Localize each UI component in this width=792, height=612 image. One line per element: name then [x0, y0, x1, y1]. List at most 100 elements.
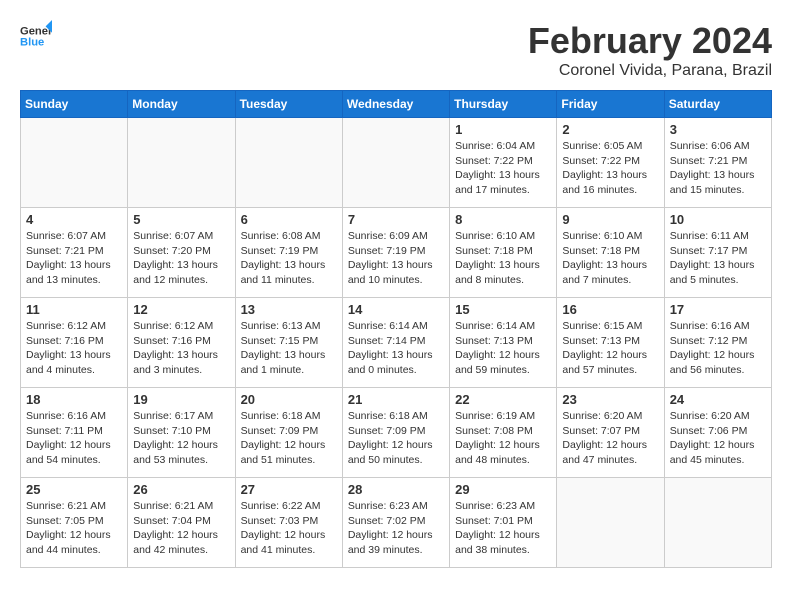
day-number: 5	[133, 212, 229, 227]
day-info: Sunrise: 6:07 AMSunset: 7:20 PMDaylight:…	[133, 229, 229, 288]
calendar-table: SundayMondayTuesdayWednesdayThursdayFrid…	[20, 90, 772, 568]
day-number: 28	[348, 482, 444, 497]
day-number: 6	[241, 212, 337, 227]
day-info: Sunrise: 6:12 AMSunset: 7:16 PMDaylight:…	[133, 319, 229, 378]
day-number: 7	[348, 212, 444, 227]
logo-icon: General Blue	[20, 20, 52, 52]
weekday-header-saturday: Saturday	[664, 91, 771, 118]
day-number: 8	[455, 212, 551, 227]
calendar-cell: 12 Sunrise: 6:12 AMSunset: 7:16 PMDayligh…	[128, 298, 235, 388]
week-row-4: 18 Sunrise: 6:16 AMSunset: 7:11 PMDayligh…	[21, 388, 772, 478]
day-number: 13	[241, 302, 337, 317]
calendar-cell	[342, 118, 449, 208]
week-row-3: 11 Sunrise: 6:12 AMSunset: 7:16 PMDayligh…	[21, 298, 772, 388]
day-number: 26	[133, 482, 229, 497]
day-number: 14	[348, 302, 444, 317]
day-number: 29	[455, 482, 551, 497]
day-number: 24	[670, 392, 766, 407]
header: General Blue February 2024 Coronel Vivid…	[20, 20, 772, 80]
logo: General Blue	[20, 20, 52, 52]
day-number: 27	[241, 482, 337, 497]
calendar-cell: 24 Sunrise: 6:20 AMSunset: 7:06 PMDayligh…	[664, 388, 771, 478]
day-info: Sunrise: 6:19 AMSunset: 7:08 PMDaylight:…	[455, 409, 551, 468]
calendar-cell: 25 Sunrise: 6:21 AMSunset: 7:05 PMDayligh…	[21, 478, 128, 568]
day-number: 9	[562, 212, 658, 227]
calendar-cell: 10Sunrise: 6:11 AMSunset: 7:17 PMDayligh…	[664, 208, 771, 298]
calendar-cell: 27 Sunrise: 6:22 AMSunset: 7:03 PMDayligh…	[235, 478, 342, 568]
day-info: Sunrise: 6:14 AMSunset: 7:14 PMDaylight:…	[348, 319, 444, 378]
day-number: 12	[133, 302, 229, 317]
day-number: 19	[133, 392, 229, 407]
calendar-cell: 11 Sunrise: 6:12 AMSunset: 7:16 PMDayligh…	[21, 298, 128, 388]
day-number: 25	[26, 482, 122, 497]
calendar-cell: 7 Sunrise: 6:09 AMSunset: 7:19 PMDaylight…	[342, 208, 449, 298]
calendar-cell: 22 Sunrise: 6:19 AMSunset: 7:08 PMDayligh…	[450, 388, 557, 478]
day-number: 15	[455, 302, 551, 317]
day-info: Sunrise: 6:22 AMSunset: 7:03 PMDaylight:…	[241, 499, 337, 558]
calendar-cell: 9 Sunrise: 6:10 AMSunset: 7:18 PMDaylight…	[557, 208, 664, 298]
weekday-header-monday: Monday	[128, 91, 235, 118]
day-info: Sunrise: 6:04 AMSunset: 7:22 PMDaylight:…	[455, 139, 551, 198]
calendar-cell: 8 Sunrise: 6:10 AMSunset: 7:18 PMDaylight…	[450, 208, 557, 298]
day-info: Sunrise: 6:06 AMSunset: 7:21 PMDaylight:…	[670, 139, 766, 198]
day-number: 17	[670, 302, 766, 317]
calendar-cell: 1 Sunrise: 6:04 AMSunset: 7:22 PMDaylight…	[450, 118, 557, 208]
weekday-header-sunday: Sunday	[21, 91, 128, 118]
calendar-cell: 15 Sunrise: 6:14 AMSunset: 7:13 PMDayligh…	[450, 298, 557, 388]
day-info: Sunrise: 6:05 AMSunset: 7:22 PMDaylight:…	[562, 139, 658, 198]
day-info: Sunrise: 6:23 AMSunset: 7:02 PMDaylight:…	[348, 499, 444, 558]
day-info: Sunrise: 6:10 AMSunset: 7:18 PMDaylight:…	[562, 229, 658, 288]
calendar-cell: 17Sunrise: 6:16 AMSunset: 7:12 PMDayligh…	[664, 298, 771, 388]
location-title: Coronel Vivida, Parana, Brazil	[528, 62, 772, 80]
day-number: 18	[26, 392, 122, 407]
day-number: 20	[241, 392, 337, 407]
day-info: Sunrise: 6:10 AMSunset: 7:18 PMDaylight:…	[455, 229, 551, 288]
day-info: Sunrise: 6:17 AMSunset: 7:10 PMDaylight:…	[133, 409, 229, 468]
day-info: Sunrise: 6:07 AMSunset: 7:21 PMDaylight:…	[26, 229, 122, 288]
day-info: Sunrise: 6:18 AMSunset: 7:09 PMDaylight:…	[348, 409, 444, 468]
day-info: Sunrise: 6:21 AMSunset: 7:04 PMDaylight:…	[133, 499, 229, 558]
title-section: February 2024 Coronel Vivida, Parana, Br…	[528, 20, 772, 80]
day-info: Sunrise: 6:20 AMSunset: 7:06 PMDaylight:…	[670, 409, 766, 468]
calendar-cell: 16 Sunrise: 6:15 AMSunset: 7:13 PMDayligh…	[557, 298, 664, 388]
week-row-1: 1 Sunrise: 6:04 AMSunset: 7:22 PMDaylight…	[21, 118, 772, 208]
calendar-cell: 4 Sunrise: 6:07 AMSunset: 7:21 PMDaylight…	[21, 208, 128, 298]
day-number: 21	[348, 392, 444, 407]
calendar-cell: 13 Sunrise: 6:13 AMSunset: 7:15 PMDayligh…	[235, 298, 342, 388]
calendar-cell	[557, 478, 664, 568]
day-number: 1	[455, 122, 551, 137]
day-info: Sunrise: 6:16 AMSunset: 7:11 PMDaylight:…	[26, 409, 122, 468]
month-title: February 2024	[528, 20, 772, 62]
day-info: Sunrise: 6:14 AMSunset: 7:13 PMDaylight:…	[455, 319, 551, 378]
day-number: 10	[670, 212, 766, 227]
calendar-cell	[128, 118, 235, 208]
svg-text:Blue: Blue	[20, 37, 44, 49]
calendar-cell: 18 Sunrise: 6:16 AMSunset: 7:11 PMDayligh…	[21, 388, 128, 478]
calendar-cell: 6Sunrise: 6:08 AMSunset: 7:19 PMDaylight…	[235, 208, 342, 298]
calendar-cell: 14 Sunrise: 6:14 AMSunset: 7:14 PMDayligh…	[342, 298, 449, 388]
calendar-cell: 26 Sunrise: 6:21 AMSunset: 7:04 PMDayligh…	[128, 478, 235, 568]
day-info: Sunrise: 6:15 AMSunset: 7:13 PMDaylight:…	[562, 319, 658, 378]
calendar-cell	[21, 118, 128, 208]
weekday-header-tuesday: Tuesday	[235, 91, 342, 118]
day-info: Sunrise: 6:09 AMSunset: 7:19 PMDaylight:…	[348, 229, 444, 288]
calendar-cell: 29 Sunrise: 6:23 AMSunset: 7:01 PMDayligh…	[450, 478, 557, 568]
calendar-cell: 19 Sunrise: 6:17 AMSunset: 7:10 PMDayligh…	[128, 388, 235, 478]
calendar-cell: 28 Sunrise: 6:23 AMSunset: 7:02 PMDayligh…	[342, 478, 449, 568]
day-info: Sunrise: 6:23 AMSunset: 7:01 PMDaylight:…	[455, 499, 551, 558]
day-info: Sunrise: 6:18 AMSunset: 7:09 PMDaylight:…	[241, 409, 337, 468]
weekday-header-wednesday: Wednesday	[342, 91, 449, 118]
calendar-cell: 23Sunrise: 6:20 AMSunset: 7:07 PMDayligh…	[557, 388, 664, 478]
calendar-cell: 20 Sunrise: 6:18 AMSunset: 7:09 PMDayligh…	[235, 388, 342, 478]
day-info: Sunrise: 6:21 AMSunset: 7:05 PMDaylight:…	[26, 499, 122, 558]
day-info: Sunrise: 6:13 AMSunset: 7:15 PMDaylight:…	[241, 319, 337, 378]
calendar-cell: 21 Sunrise: 6:18 AMSunset: 7:09 PMDayligh…	[342, 388, 449, 478]
calendar-cell	[664, 478, 771, 568]
day-number: 3	[670, 122, 766, 137]
weekday-header-row: SundayMondayTuesdayWednesdayThursdayFrid…	[21, 91, 772, 118]
day-info: Sunrise: 6:12 AMSunset: 7:16 PMDaylight:…	[26, 319, 122, 378]
day-number: 16	[562, 302, 658, 317]
day-number: 4	[26, 212, 122, 227]
day-number: 11	[26, 302, 122, 317]
day-number: 22	[455, 392, 551, 407]
